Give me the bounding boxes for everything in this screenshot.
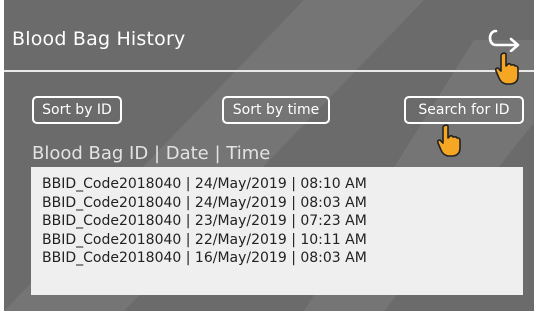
- return-arrow-icon: [488, 29, 520, 53]
- list-item[interactable]: BBID_Code2018040 | 22/May/2019 | 10:11 A…: [42, 231, 523, 250]
- app-header: Blood Bag History: [4, 0, 534, 72]
- page-title: Blood Bag History: [12, 28, 186, 50]
- sort-by-id-button[interactable]: Sort by ID: [32, 96, 122, 124]
- list-item[interactable]: BBID_Code2018040 | 23/May/2019 | 07:23 A…: [42, 212, 523, 231]
- back-button[interactable]: [486, 28, 526, 53]
- list-item[interactable]: BBID_Code2018040 | 24/May/2019 | 08:10 A…: [42, 175, 523, 194]
- list-item[interactable]: BBID_Code2018040 | 24/May/2019 | 08:03 A…: [42, 194, 523, 213]
- header-divider: [4, 70, 534, 72]
- pointer-hand-icon: [436, 124, 461, 157]
- blood-bag-history-panel: Blood Bag History Sort by ID Sort by tim…: [4, 0, 534, 311]
- list-column-header: Blood Bag ID | Date | Time: [32, 143, 271, 164]
- blood-bag-list: BBID_Code2018040 | 24/May/2019 | 08:10 A…: [31, 167, 523, 295]
- pointer-hand-icon: [494, 52, 519, 85]
- search-for-id-button[interactable]: Search for ID: [404, 96, 524, 124]
- sort-by-time-button[interactable]: Sort by time: [222, 96, 330, 124]
- list-item[interactable]: BBID_Code2018040 | 16/May/2019 | 08:03 A…: [42, 249, 523, 268]
